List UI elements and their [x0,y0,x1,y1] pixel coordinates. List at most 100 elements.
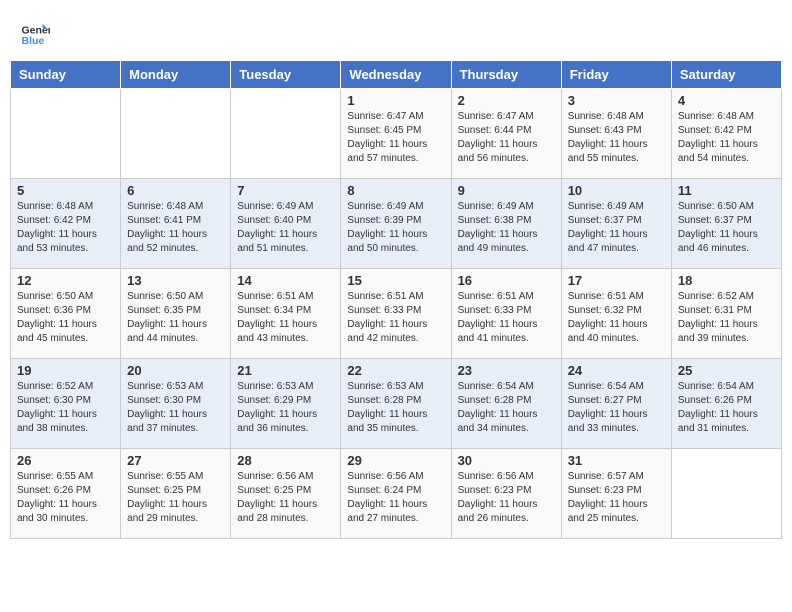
day-number: 26 [17,453,114,468]
calendar-day-cell: 13 Sunrise: 6:50 AMSunset: 6:35 PMDayligh… [121,269,231,359]
day-number: 2 [458,93,555,108]
day-info: Sunrise: 6:54 AMSunset: 6:27 PMDaylight:… [568,380,665,436]
calendar-week-row: 5 Sunrise: 6:48 AMSunset: 6:42 PMDaylight… [11,179,782,269]
day-info: Sunrise: 6:55 AMSunset: 6:26 PMDaylight:… [17,470,114,526]
day-number: 30 [458,453,555,468]
weekday-header-cell: Wednesday [341,61,451,89]
day-info: Sunrise: 6:50 AMSunset: 6:35 PMDaylight:… [127,290,224,346]
day-info: Sunrise: 6:52 AMSunset: 6:31 PMDaylight:… [678,290,775,346]
day-number: 7 [237,183,334,198]
calendar-day-cell: 21 Sunrise: 6:53 AMSunset: 6:29 PMDayligh… [231,359,341,449]
weekday-header-cell: Monday [121,61,231,89]
calendar-day-cell: 28 Sunrise: 6:56 AMSunset: 6:25 PMDayligh… [231,449,341,539]
calendar-day-cell: 5 Sunrise: 6:48 AMSunset: 6:42 PMDaylight… [11,179,121,269]
day-info: Sunrise: 6:48 AMSunset: 6:43 PMDaylight:… [568,110,665,166]
calendar-day-cell [121,89,231,179]
day-info: Sunrise: 6:49 AMSunset: 6:39 PMDaylight:… [347,200,444,256]
day-number: 12 [17,273,114,288]
weekday-header-cell: Thursday [451,61,561,89]
day-info: Sunrise: 6:47 AMSunset: 6:45 PMDaylight:… [347,110,444,166]
calendar-day-cell: 15 Sunrise: 6:51 AMSunset: 6:33 PMDayligh… [341,269,451,359]
day-number: 27 [127,453,224,468]
day-number: 1 [347,93,444,108]
day-info: Sunrise: 6:54 AMSunset: 6:26 PMDaylight:… [678,380,775,436]
day-info: Sunrise: 6:49 AMSunset: 6:37 PMDaylight:… [568,200,665,256]
day-info: Sunrise: 6:53 AMSunset: 6:29 PMDaylight:… [237,380,334,436]
day-number: 11 [678,183,775,198]
day-number: 4 [678,93,775,108]
day-info: Sunrise: 6:53 AMSunset: 6:28 PMDaylight:… [347,380,444,436]
calendar-day-cell: 27 Sunrise: 6:55 AMSunset: 6:25 PMDayligh… [121,449,231,539]
day-info: Sunrise: 6:56 AMSunset: 6:23 PMDaylight:… [458,470,555,526]
calendar-day-cell: 1 Sunrise: 6:47 AMSunset: 6:45 PMDaylight… [341,89,451,179]
day-info: Sunrise: 6:53 AMSunset: 6:30 PMDaylight:… [127,380,224,436]
day-info: Sunrise: 6:51 AMSunset: 6:34 PMDaylight:… [237,290,334,346]
day-number: 5 [17,183,114,198]
calendar-day-cell: 23 Sunrise: 6:54 AMSunset: 6:28 PMDayligh… [451,359,561,449]
day-info: Sunrise: 6:55 AMSunset: 6:25 PMDaylight:… [127,470,224,526]
calendar-day-cell: 20 Sunrise: 6:53 AMSunset: 6:30 PMDayligh… [121,359,231,449]
day-info: Sunrise: 6:48 AMSunset: 6:42 PMDaylight:… [17,200,114,256]
day-number: 19 [17,363,114,378]
day-info: Sunrise: 6:49 AMSunset: 6:38 PMDaylight:… [458,200,555,256]
day-number: 25 [678,363,775,378]
day-number: 24 [568,363,665,378]
calendar-day-cell: 30 Sunrise: 6:56 AMSunset: 6:23 PMDayligh… [451,449,561,539]
day-number: 31 [568,453,665,468]
day-number: 29 [347,453,444,468]
day-number: 22 [347,363,444,378]
calendar-day-cell: 7Sunrise: 6:49 AMSunset: 6:40 PMDaylight… [231,179,341,269]
day-number: 14 [237,273,334,288]
day-info: Sunrise: 6:48 AMSunset: 6:42 PMDaylight:… [678,110,775,166]
day-info: Sunrise: 6:51 AMSunset: 6:33 PMDaylight:… [347,290,444,346]
day-number: 28 [237,453,334,468]
calendar-day-cell: 18 Sunrise: 6:52 AMSunset: 6:31 PMDayligh… [671,269,781,359]
calendar-day-cell: 11 Sunrise: 6:50 AMSunset: 6:37 PMDayligh… [671,179,781,269]
day-number: 3 [568,93,665,108]
calendar-day-cell [671,449,781,539]
calendar-day-cell [11,89,121,179]
weekday-header-cell: Tuesday [231,61,341,89]
calendar-day-cell: 31Sunrise: 6:57 AMSunset: 6:23 PMDayligh… [561,449,671,539]
day-number: 15 [347,273,444,288]
calendar-week-row: 12Sunrise: 6:50 AMSunset: 6:36 PMDayligh… [11,269,782,359]
calendar-body: 1 Sunrise: 6:47 AMSunset: 6:45 PMDaylight… [11,89,782,539]
calendar-week-row: 19Sunrise: 6:52 AMSunset: 6:30 PMDayligh… [11,359,782,449]
calendar-day-cell: 24 Sunrise: 6:54 AMSunset: 6:27 PMDayligh… [561,359,671,449]
calendar-day-cell: 16 Sunrise: 6:51 AMSunset: 6:33 PMDayligh… [451,269,561,359]
svg-text:Blue: Blue [22,35,45,47]
day-info: Sunrise: 6:56 AMSunset: 6:25 PMDaylight:… [237,470,334,526]
day-number: 21 [237,363,334,378]
calendar-day-cell: 19Sunrise: 6:52 AMSunset: 6:30 PMDayligh… [11,359,121,449]
calendar-day-cell: 9 Sunrise: 6:49 AMSunset: 6:38 PMDaylight… [451,179,561,269]
day-info: Sunrise: 6:50 AMSunset: 6:37 PMDaylight:… [678,200,775,256]
day-number: 9 [458,183,555,198]
calendar-day-cell: 3 Sunrise: 6:48 AMSunset: 6:43 PMDaylight… [561,89,671,179]
day-number: 16 [458,273,555,288]
day-number: 13 [127,273,224,288]
day-info: Sunrise: 6:56 AMSunset: 6:24 PMDaylight:… [347,470,444,526]
calendar-day-cell: 2Sunrise: 6:47 AMSunset: 6:44 PMDaylight… [451,89,561,179]
page-header: General Blue [10,10,782,55]
calendar-day-cell: 26 Sunrise: 6:55 AMSunset: 6:26 PMDayligh… [11,449,121,539]
day-number: 20 [127,363,224,378]
day-number: 23 [458,363,555,378]
calendar-week-row: 26 Sunrise: 6:55 AMSunset: 6:26 PMDayligh… [11,449,782,539]
day-number: 6 [127,183,224,198]
calendar-day-cell: 4 Sunrise: 6:48 AMSunset: 6:42 PMDaylight… [671,89,781,179]
weekday-header-cell: Friday [561,61,671,89]
weekday-header-cell: Saturday [671,61,781,89]
day-number: 8 [347,183,444,198]
calendar-day-cell: 17Sunrise: 6:51 AMSunset: 6:32 PMDayligh… [561,269,671,359]
day-number: 18 [678,273,775,288]
calendar-day-cell: 29 Sunrise: 6:56 AMSunset: 6:24 PMDayligh… [341,449,451,539]
day-info: Sunrise: 6:54 AMSunset: 6:28 PMDaylight:… [458,380,555,436]
calendar-day-cell: 12Sunrise: 6:50 AMSunset: 6:36 PMDayligh… [11,269,121,359]
weekday-header-row: SundayMondayTuesdayWednesdayThursdayFrid… [11,61,782,89]
calendar-week-row: 1 Sunrise: 6:47 AMSunset: 6:45 PMDaylight… [11,89,782,179]
day-info: Sunrise: 6:48 AMSunset: 6:41 PMDaylight:… [127,200,224,256]
day-number: 17 [568,273,665,288]
day-info: Sunrise: 6:51 AMSunset: 6:33 PMDaylight:… [458,290,555,346]
calendar-table: SundayMondayTuesdayWednesdayThursdayFrid… [10,60,782,539]
day-number: 10 [568,183,665,198]
